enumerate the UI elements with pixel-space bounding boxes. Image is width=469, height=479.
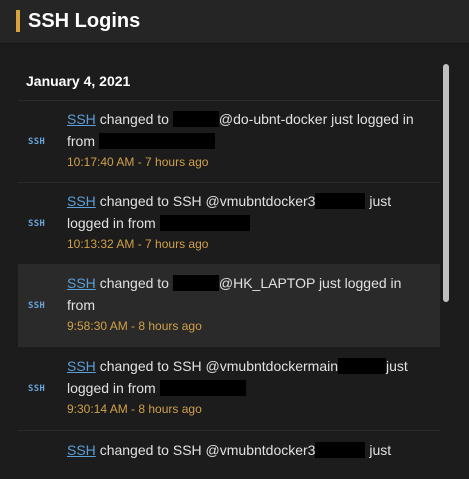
entry-text: changed to SSH @vmubntdocker3 — [99, 442, 316, 458]
ssh-link[interactable]: SSH — [67, 111, 96, 127]
list-item: SSH SSH changed to SSH @vmubntdocker3 ju… — [18, 182, 440, 264]
entry-tail: just — [386, 358, 408, 374]
ssh-icon: SSH — [28, 219, 46, 229]
entry-tail: just — [369, 442, 392, 458]
entry-text: changed to — [99, 275, 169, 291]
entry-message-line1: SSH changed to @HK_LAPTOP just logged in — [67, 272, 427, 294]
entry-message-line2: from — [67, 130, 427, 152]
entry-tail: just — [369, 193, 392, 209]
ssh-link[interactable]: SSH — [67, 442, 96, 458]
entry-timestamp: 9:30:14 AM - 8 hours ago — [67, 402, 202, 416]
list-item: SSH changed to SSH @vmubntdocker3 just — [18, 430, 440, 479]
ssh-link[interactable]: SSH — [67, 358, 96, 374]
redacted-block — [315, 193, 366, 209]
entry-body: SSH changed to @HK_LAPTOP just logged in… — [67, 272, 427, 336]
accent-bar — [16, 10, 20, 32]
redacted-block — [98, 133, 215, 149]
entry-text: changed to SSH @vmubntdocker3 — [99, 193, 316, 209]
entry-timestamp: 10:17:40 AM - 7 hours ago — [67, 155, 209, 169]
ssh-link[interactable]: SSH — [67, 193, 96, 209]
entry-body: SSH changed to SSH @vmubntdocker3 just l… — [67, 190, 427, 254]
entry-from: logged in from — [67, 215, 156, 231]
scrollbar-thumb[interactable] — [443, 64, 449, 302]
entry-message-line1: SSH changed to SSH @vmubntdocker3 just — [67, 439, 427, 461]
list-item: SSH SSH changed to SSH @vmubntdockermain… — [18, 346, 440, 430]
ssh-icon: SSH — [28, 137, 46, 147]
redacted-block — [159, 215, 250, 231]
entry-timestamp: 9:58:30 AM - 8 hours ago — [67, 319, 202, 333]
entry-body: SSH changed to @do-ubnt-docker just logg… — [67, 108, 427, 172]
entry-body: SSH changed to SSH @vmubntdocker3 just — [67, 439, 427, 461]
entry-host: @do-ubnt-docker just logged in — [218, 111, 414, 127]
entry-message-line1: SSH changed to SSH @vmubntdockermain just — [67, 355, 427, 377]
entry-host: @HK_LAPTOP just logged in — [218, 275, 402, 291]
redacted-block — [172, 111, 219, 127]
entry-body: SSH changed to SSH @vmubntdockermain just… — [67, 355, 427, 419]
date-heading: January 4, 2021 — [26, 73, 131, 89]
logins-scroll-area[interactable]: January 4, 2021 SSH SSH changed to @do-u… — [18, 59, 440, 479]
card-title: SSH Logins — [28, 10, 141, 32]
entry-message-line2: logged in from — [67, 377, 427, 399]
card-header: SSH Logins — [0, 0, 469, 44]
entry-text: changed to — [99, 111, 169, 127]
ssh-icon: SSH — [28, 384, 46, 394]
list-item: SSH SSH changed to @do-ubnt-docker just … — [18, 100, 440, 182]
entry-message-line2: logged in from — [67, 212, 427, 234]
entry-text: changed to SSH @vmubntdockermain — [99, 358, 339, 374]
ssh-icon: SSH — [28, 301, 46, 311]
redacted-block — [338, 358, 387, 374]
list-item: SSH SSH changed to @HK_LAPTOP just logge… — [18, 264, 440, 346]
logins-panel: January 4, 2021 SSH SSH changed to @do-u… — [0, 45, 469, 479]
entry-from: from — [67, 297, 95, 313]
entry-from: from — [67, 133, 95, 149]
entry-message-line1: SSH changed to SSH @vmubntdocker3 just — [67, 190, 427, 212]
redacted-block — [315, 442, 366, 458]
ssh-link[interactable]: SSH — [67, 275, 96, 291]
entry-from: logged in from — [67, 380, 156, 396]
redacted-block — [159, 380, 246, 396]
entry-timestamp: 10:13:32 AM - 7 hours ago — [67, 237, 209, 251]
entry-message-line1: SSH changed to @do-ubnt-docker just logg… — [67, 108, 427, 130]
redacted-block — [172, 275, 219, 291]
entry-message-line2: from — [67, 294, 427, 316]
